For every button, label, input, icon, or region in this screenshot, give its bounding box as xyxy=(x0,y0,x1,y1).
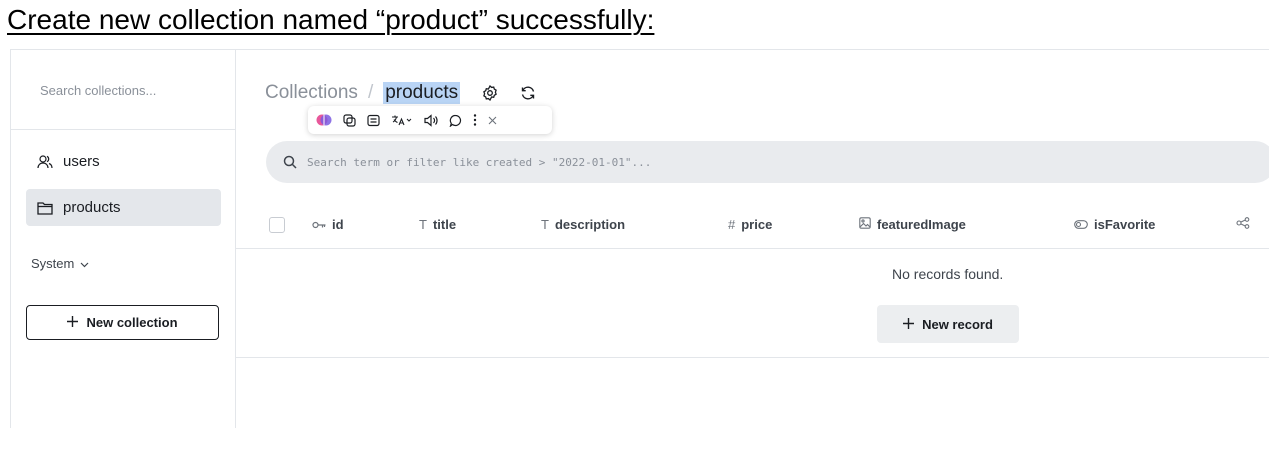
sidebar-item-products[interactable]: products xyxy=(26,189,221,226)
column-title[interactable]: T title xyxy=(419,217,456,232)
gear-icon[interactable] xyxy=(482,85,498,101)
sidebar: Search collections... users products Sys… xyxy=(11,50,236,428)
column-label: id xyxy=(332,217,344,232)
system-toggle[interactable]: System xyxy=(31,256,89,271)
breadcrumb-collections[interactable]: Collections xyxy=(265,82,358,104)
column-id[interactable]: id xyxy=(312,217,344,232)
key-icon xyxy=(312,217,326,232)
column-label: isFavorite xyxy=(1094,217,1156,232)
app-window: Search collections... users products Sys… xyxy=(10,49,1269,428)
column-isfavorite[interactable]: isFavorite xyxy=(1074,217,1155,232)
breadcrumb-separator: / xyxy=(367,82,374,103)
select-all-checkbox[interactable] xyxy=(269,217,285,233)
plus-icon xyxy=(67,315,79,330)
refresh-icon[interactable] xyxy=(520,85,536,101)
translate-icon[interactable] xyxy=(391,114,413,126)
text-type-icon: T xyxy=(419,217,427,232)
ai-brain-icon[interactable] xyxy=(316,112,332,128)
column-label: featuredImage xyxy=(877,217,966,232)
comment-icon[interactable] xyxy=(449,114,462,127)
speaker-icon[interactable] xyxy=(424,113,438,127)
sidebar-item-users[interactable]: users xyxy=(26,143,221,180)
column-label: description xyxy=(554,217,626,232)
toggle-icon xyxy=(1074,217,1088,232)
empty-records-message: No records found. xyxy=(892,266,1004,282)
text-type-icon: T xyxy=(541,217,549,232)
new-collection-label: New collection xyxy=(86,315,178,330)
breadcrumb: Collections / products xyxy=(265,82,536,104)
column-featuredimage[interactable]: featuredImage xyxy=(859,217,966,232)
sidebar-item-label: products xyxy=(63,199,121,216)
system-label: System xyxy=(31,256,75,271)
folder-icon xyxy=(26,201,63,215)
filter-input[interactable] xyxy=(305,154,1209,170)
page-heading: Create new collection named “product” su… xyxy=(7,4,655,35)
column-relation-partial[interactable] xyxy=(1236,217,1250,232)
table-divider xyxy=(236,357,1269,358)
floating-toolbar xyxy=(308,106,552,134)
column-label: price xyxy=(741,217,773,232)
column-label: title xyxy=(432,217,457,232)
sidebar-divider xyxy=(11,129,235,130)
column-price[interactable]: # price xyxy=(728,217,772,232)
search-icon xyxy=(283,155,297,169)
image-icon xyxy=(859,217,871,232)
plus-icon xyxy=(903,317,915,332)
users-icon xyxy=(26,154,63,170)
breadcrumb-current: products xyxy=(383,82,461,104)
collections-search-input[interactable]: Search collections... xyxy=(40,83,156,98)
table-header: id T title T description # price feature… xyxy=(236,202,1269,249)
chevron-down-icon xyxy=(80,256,89,271)
note-icon[interactable] xyxy=(367,114,380,127)
more-options-icon[interactable] xyxy=(473,114,477,126)
column-description[interactable]: T description xyxy=(541,217,625,232)
new-record-label: New record xyxy=(922,316,993,332)
main-panel: Collections / products Search term or fi… xyxy=(236,50,1269,428)
new-record-button[interactable]: New record xyxy=(877,305,1019,343)
copy-icon[interactable] xyxy=(343,113,356,127)
new-collection-button[interactable]: New collection xyxy=(26,305,219,340)
relation-icon xyxy=(1236,217,1250,232)
sidebar-item-label: users xyxy=(63,153,100,170)
close-icon[interactable] xyxy=(488,116,497,125)
records-filter-bar[interactable] xyxy=(266,141,1269,183)
number-type-icon: # xyxy=(728,217,736,232)
